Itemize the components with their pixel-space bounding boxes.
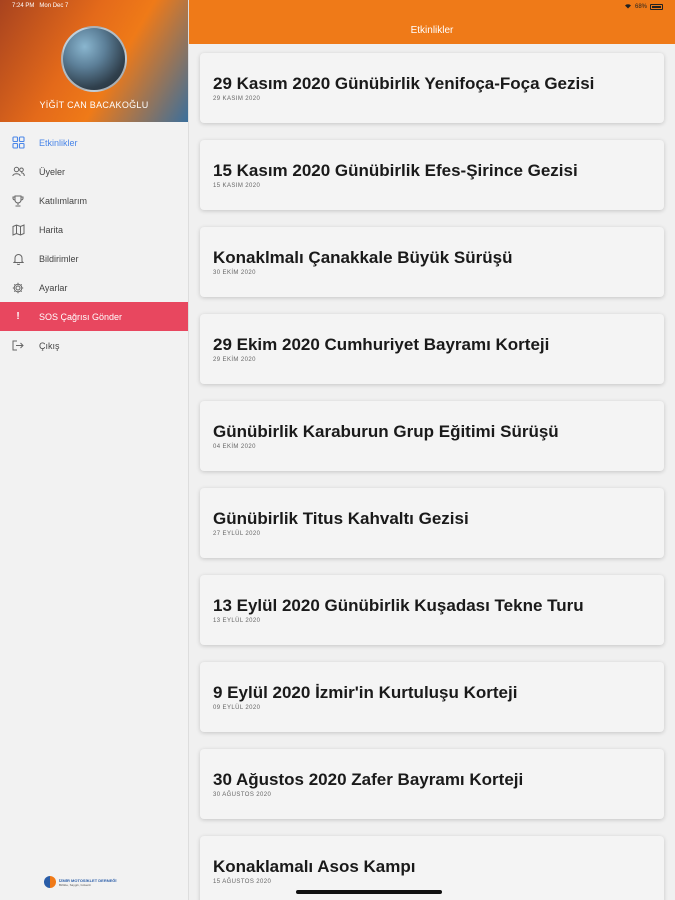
sidebar-item-ayarlar[interactable]: Ayarlar <box>0 273 188 302</box>
event-card[interactable]: Günübirlik Karaburun Grup Eğitimi Sürüşü… <box>200 401 664 471</box>
event-date: 30 AĞUSTOS 2020 <box>213 792 272 798</box>
event-card[interactable]: 13 Eylül 2020 Günübirlik Kuşadası Tekne … <box>200 575 664 645</box>
sidebar-item-sos[interactable]: ! SOS Çağrısı Gönder <box>0 302 188 331</box>
event-date: 04 EKİM 2020 <box>213 444 256 450</box>
gear-icon <box>10 280 26 296</box>
sidebar-item-katilimlarim[interactable]: Katılımlarım <box>0 186 188 215</box>
nav-header: Etkinlikler <box>189 0 675 44</box>
sidebar-item-etkinlikler[interactable]: Etkinlikler <box>0 128 188 157</box>
grid-icon <box>10 135 26 151</box>
event-date: 30 EKİM 2020 <box>213 270 256 276</box>
event-date: 13 EYLÜL 2020 <box>213 618 261 624</box>
logo-mark-icon <box>44 876 56 888</box>
event-title: Günübirlik Titus Kahvaltı Gezisi <box>213 509 469 528</box>
event-title: Konaklmalı Çanakkale Büyük Sürüşü <box>213 248 513 267</box>
event-title: 30 Ağustos 2020 Zafer Bayramı Korteji <box>213 770 524 789</box>
event-card[interactable]: 29 Kasım 2020 Günübirlik Yenifoça-Foça G… <box>200 53 664 123</box>
sidebar-item-harita[interactable]: Harita <box>0 215 188 244</box>
logo-text: İZMİR MOTOSİKLET DERNEĞİ Birlikte, Saygı… <box>59 878 116 887</box>
event-title: 9 Eylül 2020 İzmir'in Kurtuluşu Korteji <box>213 683 518 702</box>
sidebar-item-label: Çıkış <box>39 340 60 351</box>
profile-header: YİĞİT CAN BACAKOĞLU <box>0 0 188 122</box>
battery-icon <box>650 4 663 10</box>
event-title: 29 Ekim 2020 Cumhuriyet Bayramı Korteji <box>213 335 550 354</box>
event-date: 15 AĞUSTOS 2020 <box>213 879 272 885</box>
status-date-text: Mon Dec 7 <box>39 3 69 9</box>
event-title: 13 Eylül 2020 Günübirlik Kuşadası Tekne … <box>213 596 584 615</box>
event-card[interactable]: 9 Eylül 2020 İzmir'in Kurtuluşu Korteji … <box>200 662 664 732</box>
event-date: 27 EYLÜL 2020 <box>213 531 261 537</box>
battery-percent: 68% <box>634 4 647 10</box>
event-title: 15 Kasım 2020 Günübirlik Efes-Şirince Ge… <box>213 161 578 180</box>
exclamation-icon: ! <box>16 311 20 322</box>
sidebar-item-cikis[interactable]: Çıkış <box>0 331 188 360</box>
sidebar-item-label: Ayarlar <box>39 282 68 293</box>
event-card[interactable]: Konaklmalı Çanakkale Büyük Sürüşü 30 EKİ… <box>200 227 664 297</box>
event-date: 09 EYLÜL 2020 <box>213 705 261 711</box>
users-icon <box>10 164 26 180</box>
event-title: Günübirlik Karaburun Grup Eğitimi Sürüşü <box>213 422 559 441</box>
map-icon <box>10 222 26 238</box>
event-card[interactable]: 15 Kasım 2020 Günübirlik Efes-Şirince Ge… <box>200 140 664 210</box>
trophy-icon <box>10 193 26 209</box>
event-list[interactable]: 29 Kasım 2020 Günübirlik Yenifoça-Foça G… <box>189 44 675 900</box>
event-card[interactable]: 29 Ekim 2020 Cumhuriyet Bayramı Korteji … <box>200 314 664 384</box>
association-logo: İZMİR MOTOSİKLET DERNEĞİ Birlikte, Saygı… <box>44 876 116 888</box>
event-card[interactable]: Günübirlik Titus Kahvaltı Gezisi 27 EYLÜ… <box>200 488 664 558</box>
sidebar-menu: Etkinlikler Üyeler Katılımlarım Harita B… <box>0 128 188 360</box>
sidebar-item-uyeler[interactable]: Üyeler <box>0 157 188 186</box>
logout-icon <box>10 338 26 354</box>
sidebar-item-label: Etkinlikler <box>39 137 78 148</box>
status-time: 7:24 PM Mon Dec 7 <box>12 3 68 9</box>
event-date: 15 KASIM 2020 <box>213 183 261 189</box>
event-title: 29 Kasım 2020 Günübirlik Yenifoça-Foça G… <box>213 74 595 93</box>
bell-icon <box>10 251 26 267</box>
sidebar-item-bildirimler[interactable]: Bildirimler <box>0 244 188 273</box>
sidebar-item-label: Harita <box>39 224 64 235</box>
wifi-icon <box>624 3 632 11</box>
avatar[interactable] <box>61 26 127 92</box>
sidebar-item-label: Katılımlarım <box>39 195 88 206</box>
page-title: Etkinlikler <box>410 24 454 36</box>
event-date: 29 KASIM 2020 <box>213 96 261 102</box>
event-date: 29 EKİM 2020 <box>213 357 256 363</box>
home-indicator[interactable] <box>296 890 442 894</box>
status-time-text: 7:24 PM <box>12 3 35 9</box>
sidebar: YİĞİT CAN BACAKOĞLU Etkinlikler Üyeler K… <box>0 0 189 900</box>
logo-line-2: Birlikte, Saygılı, Güvenli <box>59 882 91 887</box>
status-indicators: 68% <box>624 3 663 11</box>
sidebar-item-label: Üyeler <box>39 166 66 177</box>
sidebar-item-label: SOS Çağrısı Gönder <box>39 311 123 322</box>
event-card[interactable]: 30 Ağustos 2020 Zafer Bayramı Korteji 30… <box>200 749 664 819</box>
event-title: Konaklamalı Asos Kampı <box>213 857 416 876</box>
profile-name: YİĞİT CAN BACAKOĞLU <box>39 100 149 110</box>
sidebar-item-label: Bildirimler <box>39 253 79 264</box>
